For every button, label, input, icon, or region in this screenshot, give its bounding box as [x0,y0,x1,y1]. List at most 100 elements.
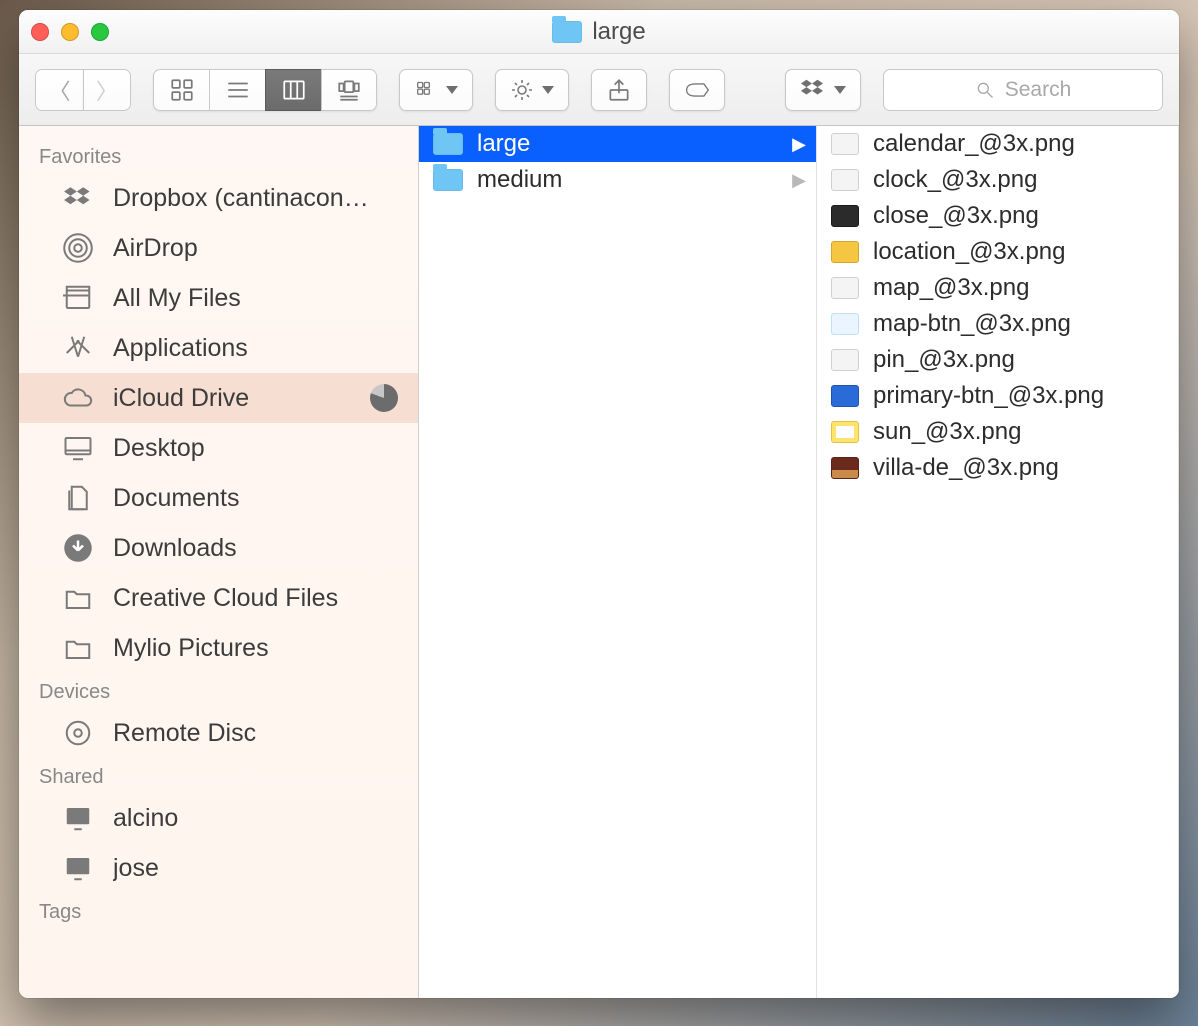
sidebar-item-label: All My Files [113,284,241,313]
sidebar-item-label: Downloads [113,534,237,563]
file-thumbnail [831,241,859,263]
file-name: villa-de_@3x.png [873,454,1059,482]
icloud-icon [61,381,95,415]
file-name: primary-btn_@3x.png [873,382,1104,410]
chevron-down-icon [542,86,554,94]
sidebar-item-label: Creative Cloud Files [113,584,338,613]
share-button[interactable] [591,69,647,111]
column-2: calendar_@3x.png clock_@3x.pngclose_@3x.p… [817,126,1179,998]
file-row[interactable]: pin_@3x.png [817,342,1178,378]
sidebar-item-creative-cloud-files[interactable]: Creative Cloud Files [19,573,418,623]
sidebar-section-title: Favorites [19,138,418,173]
folder-icon [552,21,582,43]
file-row[interactable]: sun_@3x.png [817,414,1178,450]
sidebar-item-label: jose [113,854,159,883]
folder-icon [61,631,95,665]
sidebar-item-desktop[interactable]: Desktop [19,423,418,473]
desktop-icon [61,431,95,465]
sidebar-item-airdrop[interactable]: AirDrop [19,223,418,273]
tags-button[interactable] [669,69,725,111]
view-columns-button[interactable] [265,69,321,111]
documents-icon [61,481,95,515]
titlebar: large [19,10,1179,54]
file-thumbnail [831,313,859,335]
file-thumbnail [831,385,859,407]
sidebar-item-remote-disc[interactable]: Remote Disc [19,708,418,758]
sidebar: Favorites Dropbox (cantinacon… AirDrop All … [19,126,419,998]
sidebar-item-alcino[interactable]: alcino [19,793,418,843]
monitor-icon [61,851,95,885]
view-icons-button[interactable] [153,69,209,111]
toolbar: 〈 〉 [19,54,1179,126]
column-view: large▶medium▶ calendar_@3x.pngclock_@3x.… [419,126,1179,998]
folder-row[interactable]: large ▶ [419,126,816,162]
folder-icon [61,581,95,615]
sidebar-item-label: iCloud Drive [113,384,249,413]
back-button[interactable]: 〈 [35,69,83,111]
sidebar-item-dropbox-cantinacon[interactable]: Dropbox (cantinacon… [19,173,418,223]
all-my-files-icon [61,281,95,315]
file-thumbnail [831,277,859,299]
sidebar-item-label: AirDrop [113,234,198,263]
sidebar-item-label: Dropbox (cantinacon… [113,184,369,213]
sidebar-section-title: Devices [19,673,418,708]
file-thumbnail [831,349,859,371]
file-name: pin_@3x.png [873,346,1015,374]
window-zoom-button[interactable] [91,23,109,41]
sidebar-item-label: alcino [113,804,178,833]
view-coverflow-button[interactable] [321,69,377,111]
chevron-down-icon [446,86,458,94]
file-thumbnail [831,457,859,479]
file-name: sun_@3x.png [873,418,1021,446]
search-input[interactable]: Search [883,69,1163,111]
view-list-button[interactable] [209,69,265,111]
dropbox-toolbar-button[interactable] [785,69,861,111]
forward-button[interactable]: 〉 [83,69,131,111]
sidebar-item-label: Remote Disc [113,719,256,748]
folder-name: large [477,130,530,158]
folder-icon [433,169,463,191]
action-button[interactable] [495,69,569,111]
traffic-lights [31,23,109,41]
column-1: large▶medium▶ [419,126,817,998]
folder-row[interactable]: medium▶ [419,162,816,198]
sidebar-item-label: Documents [113,484,239,513]
file-name: location_@3x.png [873,238,1066,266]
arrange-button[interactable] [399,69,473,111]
sidebar-item-all-my-files[interactable]: All My Files [19,273,418,323]
disc-icon [61,716,95,750]
file-row[interactable]: primary-btn_@3x.png [817,378,1178,414]
file-row[interactable]: villa-de_@3x.png [817,450,1178,486]
file-row[interactable]: map_@3x.png [817,270,1178,306]
file-row[interactable]: calendar_@3x.png [817,126,1178,162]
file-thumbnail [831,421,859,443]
sidebar-item-applications[interactable]: Applications [19,323,418,373]
sidebar-item-mylio-pictures[interactable]: Mylio Pictures [19,623,418,673]
file-thumbnail [831,205,859,227]
window-close-button[interactable] [31,23,49,41]
file-row[interactable]: map-btn_@3x.png [817,306,1178,342]
monitor-icon [61,801,95,835]
sidebar-item-documents[interactable]: Documents [19,473,418,523]
sidebar-item-downloads[interactable]: Downloads [19,523,418,573]
view-mode-segment [153,69,377,111]
nav-buttons: 〈 〉 [35,69,131,111]
chevron-down-icon [834,86,846,94]
chevron-right-icon: ▶ [792,170,806,191]
file-row[interactable]: clock_@3x.png [817,162,1178,198]
search-placeholder: Search [1005,78,1072,102]
sidebar-section-title: Shared [19,758,418,793]
file-name: calendar_@3x.png [873,130,1075,158]
sidebar-item-icloud-drive[interactable]: iCloud Drive [19,373,418,423]
sidebar-item-jose[interactable]: jose [19,843,418,893]
file-thumbnail [831,133,859,155]
folder-icon [433,133,463,155]
file-row[interactable]: location_@3x.png [817,234,1178,270]
window-minimize-button[interactable] [61,23,79,41]
airdrop-icon [61,231,95,265]
chevron-right-icon: ▶ [792,134,806,155]
sidebar-section-title: Tags [19,893,418,928]
window-title-text: large [592,18,645,46]
sidebar-item-label: Mylio Pictures [113,634,269,663]
file-row[interactable]: close_@3x.png [817,198,1178,234]
